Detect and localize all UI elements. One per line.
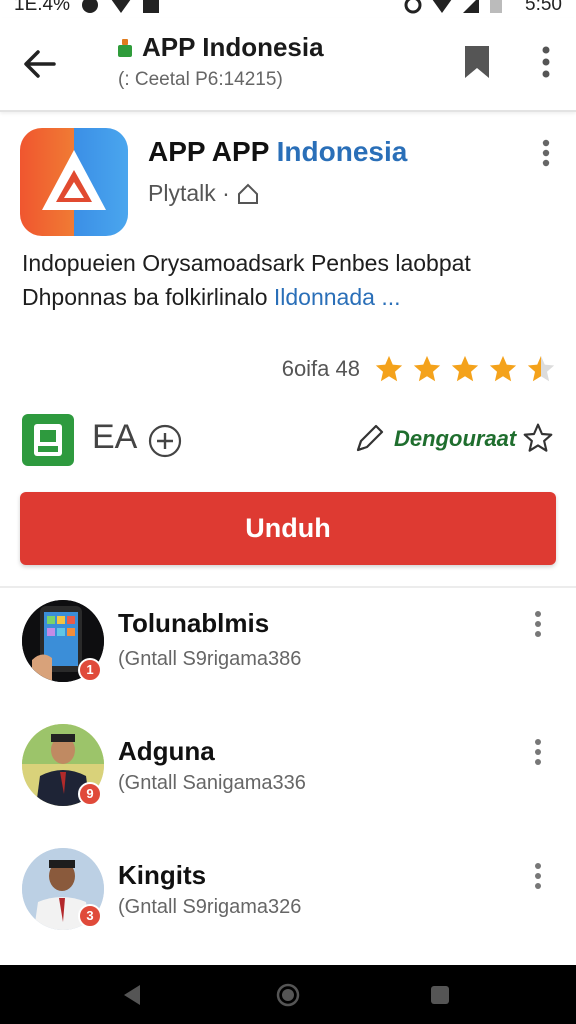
battery-icon (490, 0, 503, 13)
app-name-highlight: Indonesia (276, 136, 408, 167)
system-nav-bar (0, 965, 576, 1024)
list-item-title: Adguna (118, 736, 215, 766)
back-arrow-icon[interactable] (20, 44, 60, 84)
app-name-primary: APP APP (148, 136, 269, 167)
nav-recents-icon[interactable] (428, 983, 452, 1007)
list-item-subtitle: (Gntall Sanigama336 (118, 772, 306, 794)
star-icon (413, 355, 441, 382)
star-half-icon (527, 355, 555, 382)
list-item-title: Kingits (118, 860, 207, 890)
more-vert-icon[interactable] (536, 138, 556, 168)
star-icon (489, 355, 517, 382)
developer-name[interactable]: Plytalk · (148, 180, 230, 207)
star-icon (375, 355, 403, 382)
star-outline-icon[interactable] (522, 422, 554, 454)
app-bar: APP Indonesia (: Ceetal P6:14215) (0, 18, 576, 112)
app-icon (20, 128, 128, 236)
nav-home-icon[interactable] (276, 983, 300, 1007)
developer-row: Plytalk · (148, 180, 260, 207)
more-vert-icon[interactable] (534, 42, 558, 82)
install-button[interactable]: Unduh (20, 492, 556, 565)
cell-signal-icon (463, 0, 480, 13)
divider (0, 586, 576, 588)
battery-percent: 1E.4% (14, 0, 70, 15)
page-title: APP Indonesia (142, 32, 324, 62)
avatar-badge: 3 (78, 904, 102, 928)
list-item-subtitle: (Gntall S9rigama326 (118, 896, 302, 918)
rating-label: 6oifa 48 (281, 356, 360, 381)
app-small-icon (118, 38, 132, 57)
developer-link[interactable]: Dengouraat (394, 426, 516, 452)
status-time: 5:50 (525, 0, 562, 15)
avatar-badge: 9 (78, 782, 102, 806)
app-description: Indopueien Orysamoadsark Penbes laobpat … (22, 246, 562, 314)
bookmark-icon[interactable] (462, 44, 492, 80)
status-left: 1E.4% (14, 0, 160, 16)
status-right: 5:50 (403, 0, 562, 16)
nav-back-icon[interactable] (120, 983, 144, 1007)
app-name: APP APP Indonesia (148, 136, 407, 168)
more-vert-icon[interactable] (530, 610, 546, 638)
description-more-link[interactable]: Ildonnada ... (274, 284, 401, 310)
plus-circle-icon[interactable] (148, 424, 182, 458)
avatar-badge: 1 (78, 658, 102, 682)
notification-icon (142, 0, 159, 13)
content-rating-badge (22, 414, 74, 466)
list-item[interactable]: 1 Tolunablmis (Gntall S9rigama386 (0, 596, 576, 706)
more-vert-icon[interactable] (530, 738, 546, 766)
description-text: Indopueien Orysamoadsark Penbes laobpat … (22, 250, 471, 310)
house-icon (237, 183, 258, 204)
page-subtitle: (: Ceetal P6:14215) (118, 69, 283, 90)
wifi-icon (111, 0, 131, 13)
pencil-icon (356, 424, 384, 452)
list-item[interactable]: 3 Kingits (Gntall S9rigama326 (0, 846, 576, 956)
rating-row: 6oifa 48 (282, 354, 556, 384)
sync-icon (81, 0, 98, 13)
status-bar: 1E.4% 5:50 (0, 0, 576, 18)
list-item[interactable]: 9 Adguna (Gntall Sanigama336 (0, 720, 576, 830)
more-vert-icon[interactable] (530, 862, 546, 890)
title-block: APP Indonesia (: Ceetal P6:14215) (118, 32, 324, 91)
list-item-title: Tolunablmis (118, 608, 270, 638)
list-item-subtitle: (Gntall S9rigama386 (118, 648, 302, 670)
star-icon (451, 355, 479, 382)
alarm-icon (404, 0, 422, 14)
wifi-signal-icon (432, 0, 452, 13)
badge-label: EA (92, 418, 138, 456)
